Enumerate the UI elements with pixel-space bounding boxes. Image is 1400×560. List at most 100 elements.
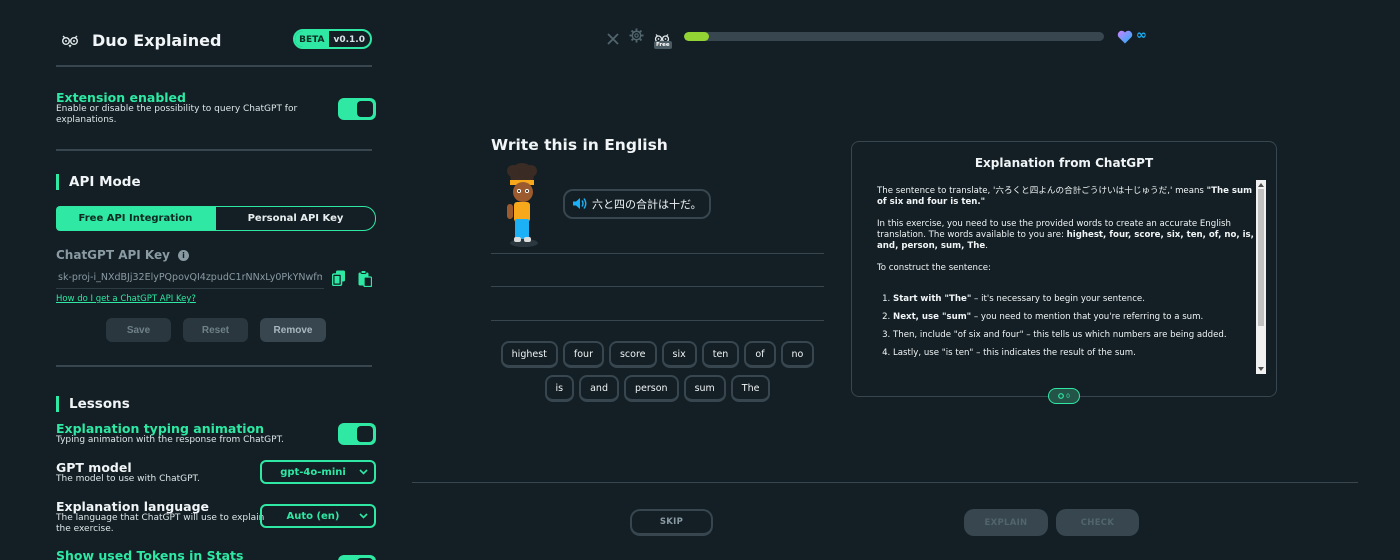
explanation-panel: Explanation from ChatGPT The sentence to… xyxy=(851,141,1277,397)
explanation-paragraph: The sentence to translate, '六ろくと四よんの合計ごう… xyxy=(877,186,1257,208)
gpt-model-select[interactable]: gpt-4o-mini xyxy=(260,460,376,484)
prompt-sentence[interactable]: 六と四の合計は十だ。 xyxy=(592,196,702,212)
step-text: Then, include "of six and four" – this t… xyxy=(893,330,1227,340)
gpt-model-title: GPT model xyxy=(56,460,132,475)
free-badge: Free xyxy=(654,41,672,49)
divider xyxy=(56,149,372,151)
skip-button[interactable]: SKIP xyxy=(630,509,713,536)
heart-icon[interactable] xyxy=(1117,29,1133,48)
lessons-heading: Lessons xyxy=(56,396,130,412)
word-chip[interactable]: score xyxy=(608,341,657,368)
explanation-paragraph: In this exercise, you need to use the pr… xyxy=(877,219,1257,252)
check-button[interactable]: CHECK xyxy=(1056,509,1139,536)
step-keyword: Next, use "sum" xyxy=(893,312,972,322)
api-key-label-text: ChatGPT API Key xyxy=(56,248,170,262)
explanation-paragraph: To construct the sentence: xyxy=(877,263,991,273)
word-chip[interactable]: highest xyxy=(500,341,558,368)
token-count-pill: 0 xyxy=(1048,388,1080,404)
chevron-down-icon xyxy=(359,513,368,519)
explanation-title: Explanation from ChatGPT xyxy=(974,156,1154,170)
explanation-language-value: Auto (en) xyxy=(286,510,340,522)
word-chip[interactable]: six xyxy=(661,341,697,368)
speaker-icon[interactable] xyxy=(572,195,588,214)
lesson-progress-bar xyxy=(684,32,1104,41)
copy-icon[interactable] xyxy=(331,269,347,287)
prompt-speech-bubble: 六と四の合計は十だ。 xyxy=(563,189,711,219)
footer-divider xyxy=(412,482,1358,483)
typing-animation-description: Typing animation with the response from … xyxy=(56,435,284,445)
owl-free-icon: Free xyxy=(654,29,672,51)
explanation-language-title: Explanation language xyxy=(56,499,210,514)
owl-logo-icon xyxy=(60,30,80,50)
progress-fill xyxy=(684,32,710,41)
api-mode-heading: API Mode xyxy=(56,174,141,190)
explanation-step: Start with "The" – it's necessary to beg… xyxy=(893,294,1257,305)
scroll-thumb[interactable] xyxy=(1258,189,1264,326)
explanation-text: . xyxy=(985,241,988,251)
settings-sidebar: Duo Explained BETA v0.1.0 Extension enab… xyxy=(0,0,412,560)
word-chip[interactable]: is xyxy=(544,375,575,402)
personal-api-key-option[interactable]: Personal API Key xyxy=(215,206,376,231)
explanation-step: Then, include "of six and four" – this t… xyxy=(893,330,1257,341)
word-chip[interactable]: person xyxy=(623,375,679,402)
reset-button[interactable]: Reset xyxy=(183,318,248,342)
explanation-text: The sentence to translate, '六ろくと四よんの合計ごう… xyxy=(877,186,1207,196)
explanation-step: Lastly, use "is ten" – this indicates th… xyxy=(893,348,1257,359)
answer-line xyxy=(491,253,824,254)
extension-enabled-title: Extension enabled xyxy=(56,90,186,105)
explanation-steps: Start with "The" – it's necessary to beg… xyxy=(877,294,1257,359)
api-key-label: ChatGPT API Key i xyxy=(56,248,189,262)
scroll-up-arrow-icon[interactable] xyxy=(1258,183,1264,187)
show-tokens-toggle[interactable] xyxy=(338,555,376,560)
explain-button[interactable]: EXPLAIN xyxy=(964,509,1048,536)
extension-enabled-description: Enable or disable the possibility to que… xyxy=(56,104,298,125)
toggle-knob xyxy=(357,101,373,117)
remove-button[interactable]: Remove xyxy=(260,318,326,342)
explanation-language-select[interactable]: Auto (en) xyxy=(260,504,376,528)
answer-line xyxy=(491,320,824,321)
close-icon[interactable] xyxy=(607,30,619,49)
api-key-help-link[interactable]: How do I get a ChatGPT API Key? xyxy=(56,294,196,304)
app-title: Duo Explained xyxy=(92,30,222,50)
toggle-knob xyxy=(357,426,373,442)
free-api-option[interactable]: Free API Integration xyxy=(56,206,215,231)
word-bank: highest four score six ten of no is and person sum… xyxy=(491,341,824,402)
save-button[interactable]: Save xyxy=(106,318,171,342)
beta-label: BETA xyxy=(295,31,329,47)
word-chip[interactable]: ten xyxy=(701,341,740,368)
step-text: – it's necessary to begin your sentence. xyxy=(971,294,1145,304)
typing-animation-toggle[interactable] xyxy=(338,423,376,445)
word-chip[interactable]: four xyxy=(562,341,604,368)
word-chip[interactable]: and xyxy=(579,375,619,402)
divider xyxy=(56,65,372,67)
api-mode-selector: Free API Integration Personal API Key xyxy=(56,206,376,231)
word-chip[interactable]: The xyxy=(730,375,771,402)
scroll-down-arrow-icon[interactable] xyxy=(1258,367,1264,371)
api-key-input[interactable] xyxy=(56,267,324,289)
step-text: Lastly, use "is ten" – this indicates th… xyxy=(893,348,1136,358)
gear-icon[interactable] xyxy=(629,28,644,47)
paste-icon[interactable] xyxy=(357,269,373,287)
extension-enabled-toggle[interactable] xyxy=(338,98,376,120)
hearts-count: ∞ xyxy=(1136,28,1147,43)
step-text: – you need to mention that you're referr… xyxy=(971,312,1204,322)
explanation-step: Next, use "sum" – you need to mention th… xyxy=(893,312,1257,323)
typing-animation-title: Explanation typing animation xyxy=(56,421,265,436)
word-chip[interactable]: of xyxy=(744,341,776,368)
step-keyword: Start with "The" xyxy=(893,294,972,304)
word-chip[interactable]: no xyxy=(780,341,815,368)
version-badge: BETA v0.1.0 xyxy=(293,29,372,49)
explanation-scrollbar[interactable] xyxy=(1256,180,1266,374)
explanation-language-description: The language that ChatGPT will use to ex… xyxy=(56,513,265,534)
exercise-title: Write this in English xyxy=(491,136,668,154)
character-illustration xyxy=(498,163,546,249)
word-chip[interactable]: sum xyxy=(683,375,726,402)
token-count: 0 xyxy=(1066,392,1070,400)
explanation-body[interactable]: The sentence to translate, '六ろくと四よんの合計ごう… xyxy=(877,186,1257,374)
version-label: v0.1.0 xyxy=(333,35,366,45)
info-icon[interactable]: i xyxy=(177,249,189,261)
divider xyxy=(56,365,372,367)
show-tokens-title: Show used Tokens in Stats xyxy=(56,548,244,560)
answer-line xyxy=(491,286,824,287)
gpt-model-value: gpt-4o-mini xyxy=(280,466,346,478)
